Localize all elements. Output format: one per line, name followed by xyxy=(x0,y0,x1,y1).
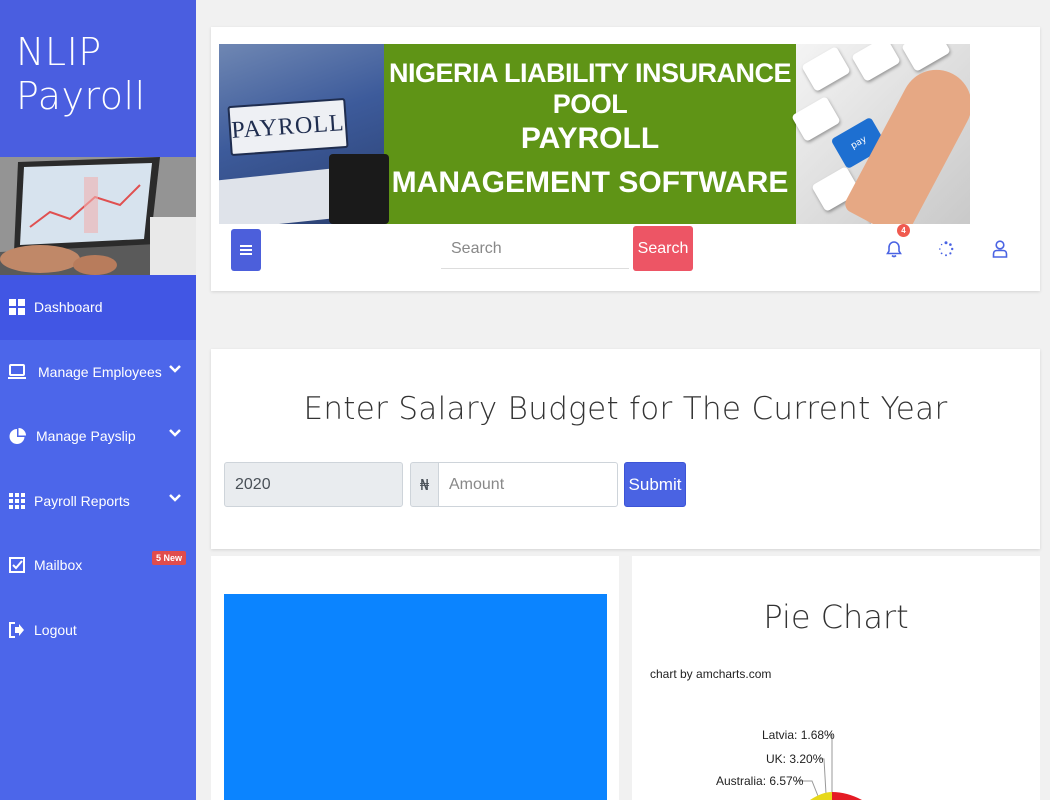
budget-title: Enter Salary Budget for The Current Year xyxy=(303,391,948,427)
user-icon[interactable] xyxy=(990,239,1010,259)
chevron-down-icon xyxy=(169,493,181,502)
sidebar-item-logout[interactable]: Logout xyxy=(0,598,196,663)
search-input[interactable] xyxy=(441,229,629,269)
chevron-down-icon xyxy=(169,429,181,437)
amount-input[interactable] xyxy=(438,462,618,507)
bell-icon[interactable] xyxy=(884,239,904,259)
logout-icon xyxy=(8,621,26,639)
sidebar-item-mailbox[interactable]: Mailbox 5 New xyxy=(0,533,196,598)
laptop-icon xyxy=(8,363,26,381)
banner-payroll-image: PAYROLL xyxy=(219,44,389,224)
currency-addon: ₦ xyxy=(410,462,439,507)
banner-text: NIGERIA LIABILITY INSURANCE POOL PAYROLL… xyxy=(384,44,796,224)
banner-keyboard-image: pay xyxy=(791,44,970,224)
table-icon xyxy=(8,492,26,510)
sidebar-nav: Dashboard Manage Employees Manage Paysli… xyxy=(0,275,196,662)
chevron-down-icon xyxy=(169,364,181,373)
sidebar-laptop-image xyxy=(0,157,196,275)
brand-logo[interactable]: NLIP Payroll xyxy=(0,0,196,157)
sidebar-item-manage-payslip[interactable]: Manage Payslip xyxy=(0,404,196,469)
pie-label-lines xyxy=(794,734,862,800)
year-field: 2020 xyxy=(224,462,403,507)
submit-button[interactable]: Submit xyxy=(624,462,686,507)
pie-chart-card: Pie Chart chart by amcharts.com Latvia: … xyxy=(632,556,1040,800)
sidebar-item-payroll-reports[interactable]: Payroll Reports xyxy=(0,469,196,534)
check-square-icon xyxy=(8,556,26,574)
banner-subtitle-2: MANAGEMENT SOFTWARE xyxy=(391,166,789,199)
binder-label: PAYROLL xyxy=(227,97,349,157)
pie-icon xyxy=(8,427,26,445)
brand-line-1: NLIP xyxy=(16,30,102,74)
pie-label-australia: Australia: 6.57% xyxy=(716,774,804,788)
bar-chart-card xyxy=(211,556,619,800)
chart-panel xyxy=(224,594,607,800)
sidebar: NLIP Payroll Dashboard Manage Employees … xyxy=(0,0,196,800)
calculator-image xyxy=(329,154,389,224)
pie-label-latvia: Latvia: 1.68% xyxy=(762,728,835,742)
banner-title: NIGERIA LIABILITY INSURANCE POOL xyxy=(388,58,792,119)
pie-label-uk: UK: 3.20% xyxy=(766,752,824,766)
mailbox-new-badge: 5 New xyxy=(151,551,186,565)
hamburger-icon xyxy=(240,245,252,255)
header-card: PAYROLL NIGERIA LIABILITY INSURANCE POOL… xyxy=(211,27,1040,291)
notification-count-badge: 4 xyxy=(897,224,910,237)
brand-line-2: Payroll xyxy=(16,74,146,118)
grid-icon xyxy=(8,298,26,316)
sidebar-item-label: Logout xyxy=(34,621,77,638)
loading-spinner-icon[interactable] xyxy=(936,239,956,259)
search-button[interactable]: Search xyxy=(633,226,693,271)
sidebar-item-dashboard[interactable]: Dashboard xyxy=(0,275,196,340)
banner-subtitle-1: PAYROLL xyxy=(520,122,660,155)
banner: PAYROLL NIGERIA LIABILITY INSURANCE POOL… xyxy=(219,44,970,224)
salary-budget-card: Enter Salary Budget for The Current Year… xyxy=(211,349,1040,549)
menu-toggle-button[interactable] xyxy=(231,229,261,271)
sidebar-item-manage-employees[interactable]: Manage Employees xyxy=(0,340,196,405)
sidebar-item-label: Dashboard xyxy=(34,299,103,316)
